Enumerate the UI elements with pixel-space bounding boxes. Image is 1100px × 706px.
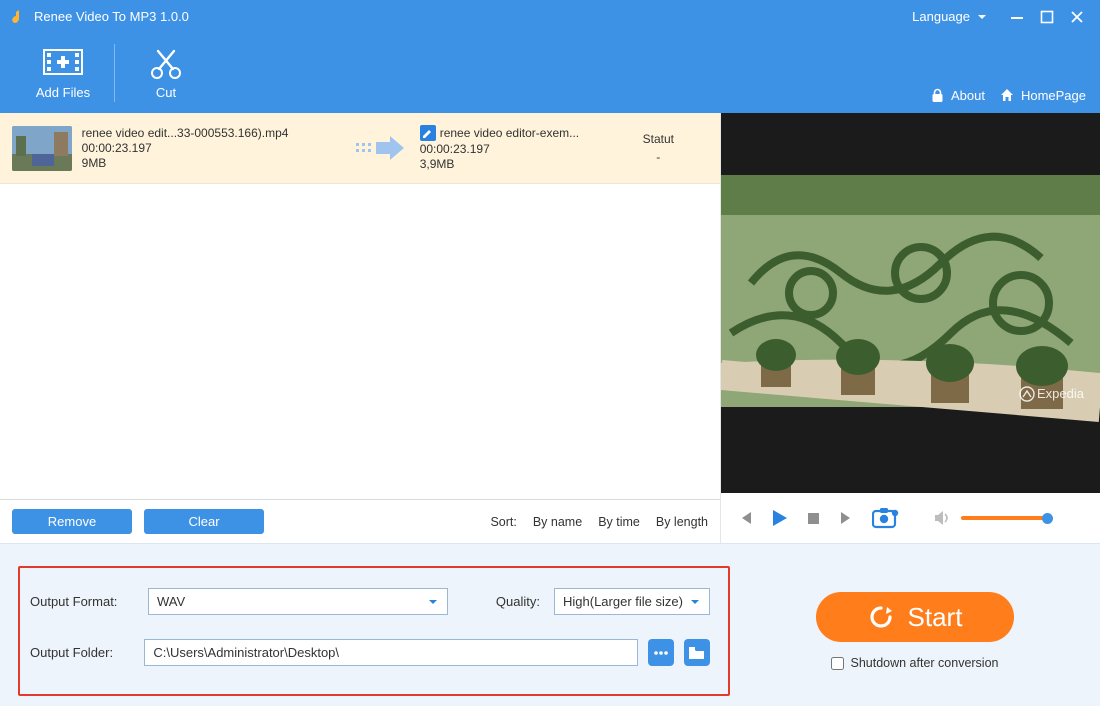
prev-button[interactable] (735, 508, 755, 528)
quality-label: Quality: (496, 594, 540, 609)
next-button[interactable] (837, 508, 857, 528)
source-filesize: 9MB (82, 156, 340, 170)
source-duration: 00:00:23.197 (82, 141, 340, 155)
file-list-empty-area (0, 184, 720, 499)
edit-output-icon[interactable] (420, 125, 436, 141)
status-header: Statut (609, 132, 708, 146)
maximize-button[interactable] (1032, 2, 1062, 32)
app-title: Renee Video To MP3 1.0.0 (34, 9, 189, 24)
convert-arrow-icon (350, 133, 410, 163)
about-link[interactable]: About (930, 88, 985, 103)
add-files-label: Add Files (36, 85, 90, 100)
volume-slider[interactable] (961, 516, 1051, 520)
output-folder-input[interactable] (144, 639, 637, 666)
chevron-down-icon (689, 596, 701, 608)
browse-folder-button[interactable] (648, 639, 674, 666)
quality-select[interactable]: High(Larger file size) (554, 588, 710, 615)
video-preview[interactable]: Expedia (721, 113, 1100, 493)
quality-value: High(Larger file size) (563, 594, 683, 609)
shutdown-label: Shutdown after conversion (850, 656, 998, 670)
output-format-label: Output Format: (30, 594, 138, 609)
lock-icon (930, 88, 945, 103)
status-value: - (609, 150, 708, 164)
file-list: renee video edit...33-000553.166).mp4 00… (0, 113, 720, 184)
app-logo-icon (8, 8, 26, 26)
about-label: About (951, 88, 985, 103)
scissors-icon (148, 47, 184, 81)
play-button[interactable] (769, 508, 789, 528)
snapshot-button[interactable] (871, 508, 901, 528)
output-settings-box: Output Format: WAV Quality: High(Larger … (18, 566, 730, 696)
preview-watermark: Expedia (1037, 386, 1085, 401)
start-label: Start (908, 602, 963, 633)
file-row[interactable]: renee video edit...33-000553.166).mp4 00… (0, 113, 720, 184)
sort-by-length[interactable]: By length (656, 515, 708, 529)
close-button[interactable] (1062, 2, 1092, 32)
file-list-pane: renee video edit...33-000553.166).mp4 00… (0, 113, 721, 543)
shutdown-checkbox[interactable] (831, 657, 844, 670)
titlebar: Renee Video To MP3 1.0.0 Language (0, 0, 1100, 33)
volume-icon[interactable] (933, 508, 953, 528)
open-folder-button[interactable] (684, 639, 710, 666)
remove-button[interactable]: Remove (12, 509, 132, 534)
output-folder-label: Output Folder: (30, 645, 134, 660)
player-controls (721, 493, 1100, 543)
homepage-label: HomePage (1021, 88, 1086, 103)
start-area: Start Shutdown after conversion (750, 566, 1080, 696)
sort-by-name[interactable]: By name (533, 515, 582, 529)
file-thumbnail (12, 126, 72, 171)
settings-area: Output Format: WAV Quality: High(Larger … (0, 543, 1100, 706)
start-button[interactable]: Start (816, 592, 1014, 642)
clear-button[interactable]: Clear (144, 509, 264, 534)
refresh-icon (868, 604, 894, 630)
shutdown-checkbox-row[interactable]: Shutdown after conversion (831, 656, 998, 670)
preview-pane: Expedia (721, 113, 1100, 543)
cut-button[interactable]: Cut (121, 38, 211, 108)
source-filename: renee video edit...33-000553.166).mp4 (82, 126, 340, 140)
toolbar-separator (114, 44, 115, 102)
chevron-down-icon (427, 596, 439, 608)
filmstrip-plus-icon (43, 47, 83, 81)
add-files-button[interactable]: Add Files (18, 38, 108, 108)
chevron-down-icon (976, 11, 988, 23)
toolbar: Add Files Cut About HomePage (0, 33, 1100, 113)
sort-label: Sort: (490, 515, 516, 529)
list-footer: Remove Clear Sort: By name By time By le… (0, 499, 720, 543)
minimize-button[interactable] (1002, 2, 1032, 32)
cut-label: Cut (156, 85, 176, 100)
main-area: renee video edit...33-000553.166).mp4 00… (0, 113, 1100, 543)
output-format-value: WAV (157, 594, 185, 609)
sort-by-time[interactable]: By time (598, 515, 640, 529)
home-icon (999, 87, 1015, 103)
stop-button[interactable] (803, 508, 823, 528)
language-selector[interactable]: Language (912, 9, 988, 24)
dest-duration: 00:00:23.197 (420, 142, 599, 156)
output-format-select[interactable]: WAV (148, 588, 448, 615)
language-label: Language (912, 9, 970, 24)
dest-filename: renee video editor-exem... (440, 126, 579, 140)
dest-filesize: 3,9MB (420, 157, 599, 171)
homepage-link[interactable]: HomePage (999, 87, 1086, 103)
